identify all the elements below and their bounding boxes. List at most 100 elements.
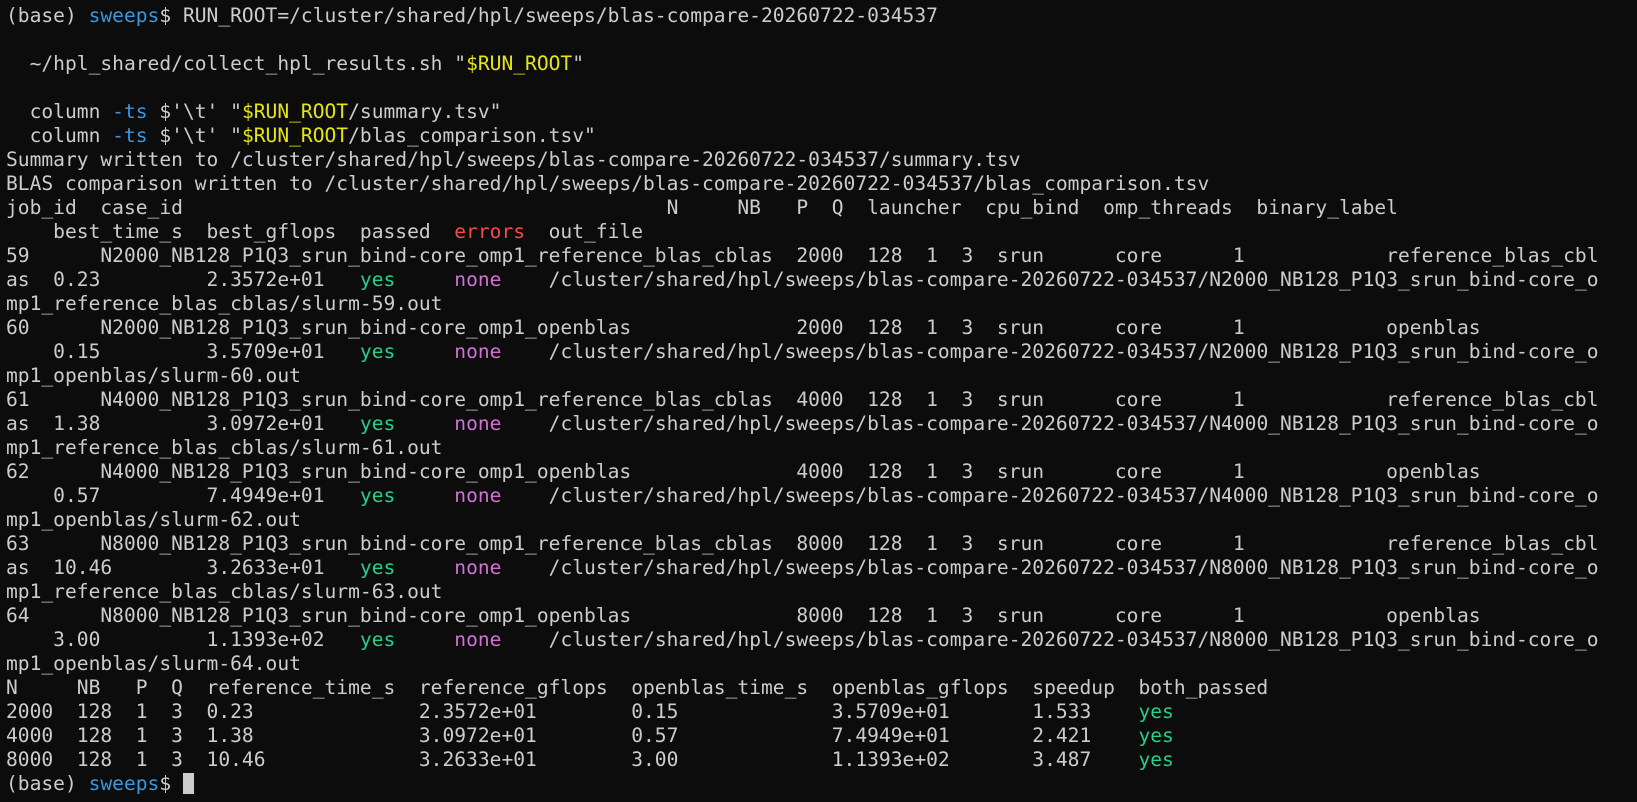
text-segment: 4000 128 1 3 1.38 3.0972e+01 0.57 7.4949… xyxy=(6,724,1139,747)
output-line: 3.00 1.1393e+02 yes none /cluster/shared… xyxy=(6,628,1637,652)
text-segment: none xyxy=(454,484,502,507)
text-segment: job_id case_id N NB P Q launcher cpu_bin… xyxy=(6,196,1398,219)
text-segment: 0.15 3.5709e+01 xyxy=(6,340,360,363)
text-segment: mp1_openblas/slurm-62.out xyxy=(6,508,301,531)
text-segment: yes xyxy=(359,484,396,507)
text-segment: yes xyxy=(1138,700,1174,723)
text-segment: -ts xyxy=(112,124,148,147)
text-segment: $RUN_ROOT xyxy=(466,52,573,75)
output-line: as 1.38 3.0972e+01 yes none /cluster/sha… xyxy=(6,412,1637,436)
text-segment: $RUN_ROOT xyxy=(241,124,349,147)
text-segment: yes xyxy=(359,628,396,651)
text-segment: yes xyxy=(1138,724,1174,747)
prompt-line: (base) sweeps$ xyxy=(6,772,1637,796)
text-segment: mp1_openblas/slurm-64.out xyxy=(6,652,301,675)
output-line: 4000 128 1 3 1.38 3.0972e+01 0.57 7.4949… xyxy=(6,724,1637,748)
text-segment: ~/hpl_shared/collect_hpl_results.sh " xyxy=(6,52,467,75)
text-segment: /cluster/shared/hpl/sweeps/blas-compare-… xyxy=(501,628,1599,651)
text-segment xyxy=(395,268,454,291)
text-segment: 64 N8000_NB128_P1Q3_srun_bind-core_omp1_… xyxy=(6,604,1481,627)
output-line: 60 N2000_NB128_P1Q3_srun_bind-core_omp1_… xyxy=(6,316,1637,340)
output-line: N NB P Q reference_time_s reference_gflo… xyxy=(6,676,1637,700)
text-segment: 63 N8000_NB128_P1Q3_srun_bind-core_omp1_… xyxy=(6,532,1599,555)
output-line: mp1_openblas/slurm-64.out xyxy=(6,652,1637,676)
text-segment: (base) xyxy=(6,772,89,795)
text-segment xyxy=(395,412,454,435)
output-line: 0.15 3.5709e+01 yes none /cluster/shared… xyxy=(6,340,1637,364)
text-segment: none xyxy=(454,340,502,363)
text-segment: 3.00 1.1393e+02 xyxy=(6,628,360,651)
output-line: as 0.23 2.3572e+01 yes none /cluster/sha… xyxy=(6,268,1637,292)
text-segment: $RUN_ROOT xyxy=(241,100,349,123)
text-segment: $'\t' " xyxy=(147,124,242,147)
text-segment: as 1.38 3.0972e+01 xyxy=(6,412,360,435)
output-line: column -ts $'\t' "$RUN_ROOT/blas_compari… xyxy=(6,124,1637,148)
text-segment: none xyxy=(454,556,502,579)
text-segment: mp1_reference_blas_cblas/slurm-61.out xyxy=(6,436,443,459)
text-segment: yes xyxy=(359,556,396,579)
text-segment: yes xyxy=(359,268,396,291)
text-segment xyxy=(395,628,454,651)
text-segment: 62 N4000_NB128_P1Q3_srun_bind-core_omp1_… xyxy=(6,460,1481,483)
output-line: 0.57 7.4949e+01 yes none /cluster/shared… xyxy=(6,484,1637,508)
text-segment: yes xyxy=(359,340,396,363)
output-line: mp1_openblas/slurm-60.out xyxy=(6,364,1637,388)
output-line: job_id case_id N NB P Q launcher cpu_bin… xyxy=(6,196,1637,220)
output-line: mp1_openblas/slurm-62.out xyxy=(6,508,1637,532)
text-segment: errors xyxy=(454,220,526,243)
text-segment: sweeps xyxy=(88,4,160,27)
output-line: 64 N8000_NB128_P1Q3_srun_bind-core_omp1_… xyxy=(6,604,1637,628)
text-segment: 60 N2000_NB128_P1Q3_srun_bind-core_omp1_… xyxy=(6,316,1481,339)
text-segment: /cluster/shared/hpl/sweeps/blas-compare-… xyxy=(501,268,1599,291)
output-line: mp1_reference_blas_cblas/slurm-61.out xyxy=(6,436,1637,460)
terminal-window[interactable]: (base) sweeps$ RUN_ROOT=/cluster/shared/… xyxy=(0,0,1637,802)
text-segment: 8000 128 1 3 10.46 3.2633e+01 3.00 1.139… xyxy=(6,748,1139,771)
text-segment: -ts xyxy=(112,100,148,123)
text-segment: Summary written to /cluster/shared/hpl/s… xyxy=(6,148,1021,171)
text-segment: best_time_s best_gflops passed xyxy=(6,220,455,243)
cursor[interactable] xyxy=(182,773,194,794)
text-segment: out_file xyxy=(525,220,644,243)
text-segment: sweeps xyxy=(88,772,160,795)
text-segment: (base) xyxy=(6,4,89,27)
text-segment: mp1_openblas/slurm-60.out xyxy=(6,364,301,387)
text-segment: /summary.tsv" xyxy=(348,100,502,123)
text-segment: $ RUN_ROOT=/cluster/shared/hpl/sweeps/bl… xyxy=(159,4,938,27)
output-line: 63 N8000_NB128_P1Q3_srun_bind-core_omp1_… xyxy=(6,532,1637,556)
output-line: mp1_reference_blas_cblas/slurm-63.out xyxy=(6,580,1637,604)
text-segment: 2000 128 1 3 0.23 2.3572e+01 0.15 3.5709… xyxy=(6,700,1139,723)
text-segment: none xyxy=(454,628,502,651)
text-segment: mp1_reference_blas_cblas/slurm-59.out xyxy=(6,292,443,315)
text-segment xyxy=(395,340,454,363)
text-segment: none xyxy=(454,268,502,291)
output-line: 8000 128 1 3 10.46 3.2633e+01 3.00 1.139… xyxy=(6,748,1637,772)
text-segment: /cluster/shared/hpl/sweeps/blas-compare-… xyxy=(501,484,1599,507)
text-segment: BLAS comparison written to /cluster/shar… xyxy=(6,172,1210,195)
text-segment: /cluster/shared/hpl/sweeps/blas-compare-… xyxy=(501,340,1599,363)
output-line: 59 N2000_NB128_P1Q3_srun_bind-core_omp1_… xyxy=(6,244,1637,268)
text-segment: " xyxy=(572,52,585,75)
text-segment xyxy=(395,484,454,507)
text-segment: column xyxy=(6,124,113,147)
text-segment: yes xyxy=(359,412,396,435)
output-line: as 10.46 3.2633e+01 yes none /cluster/sh… xyxy=(6,556,1637,580)
output-line: 61 N4000_NB128_P1Q3_srun_bind-core_omp1_… xyxy=(6,388,1637,412)
text-segment: mp1_reference_blas_cblas/slurm-63.out xyxy=(6,580,443,603)
output-line: 2000 128 1 3 0.23 2.3572e+01 0.15 3.5709… xyxy=(6,700,1637,724)
text-segment: /cluster/shared/hpl/sweeps/blas-compare-… xyxy=(501,556,1599,579)
text-segment: none xyxy=(454,412,502,435)
text-segment xyxy=(395,556,454,579)
text-segment: yes xyxy=(1138,748,1174,771)
output-line: ~/hpl_shared/collect_hpl_results.sh "$RU… xyxy=(6,52,1637,76)
output-line: (base) sweeps$ RUN_ROOT=/cluster/shared/… xyxy=(6,4,1637,28)
output-line: Summary written to /cluster/shared/hpl/s… xyxy=(6,148,1637,172)
text-segment: N NB P Q reference_time_s reference_gflo… xyxy=(6,676,1269,699)
output-line: BLAS comparison written to /cluster/shar… xyxy=(6,172,1637,196)
text-segment: /blas_comparison.tsv" xyxy=(348,124,596,147)
text-segment: $'\t' " xyxy=(147,100,242,123)
text-segment: $ xyxy=(159,772,183,795)
text-segment: 59 N2000_NB128_P1Q3_srun_bind-core_omp1_… xyxy=(6,244,1599,267)
output-line: 62 N4000_NB128_P1Q3_srun_bind-core_omp1_… xyxy=(6,460,1637,484)
text-segment: /cluster/shared/hpl/sweeps/blas-compare-… xyxy=(501,412,1599,435)
